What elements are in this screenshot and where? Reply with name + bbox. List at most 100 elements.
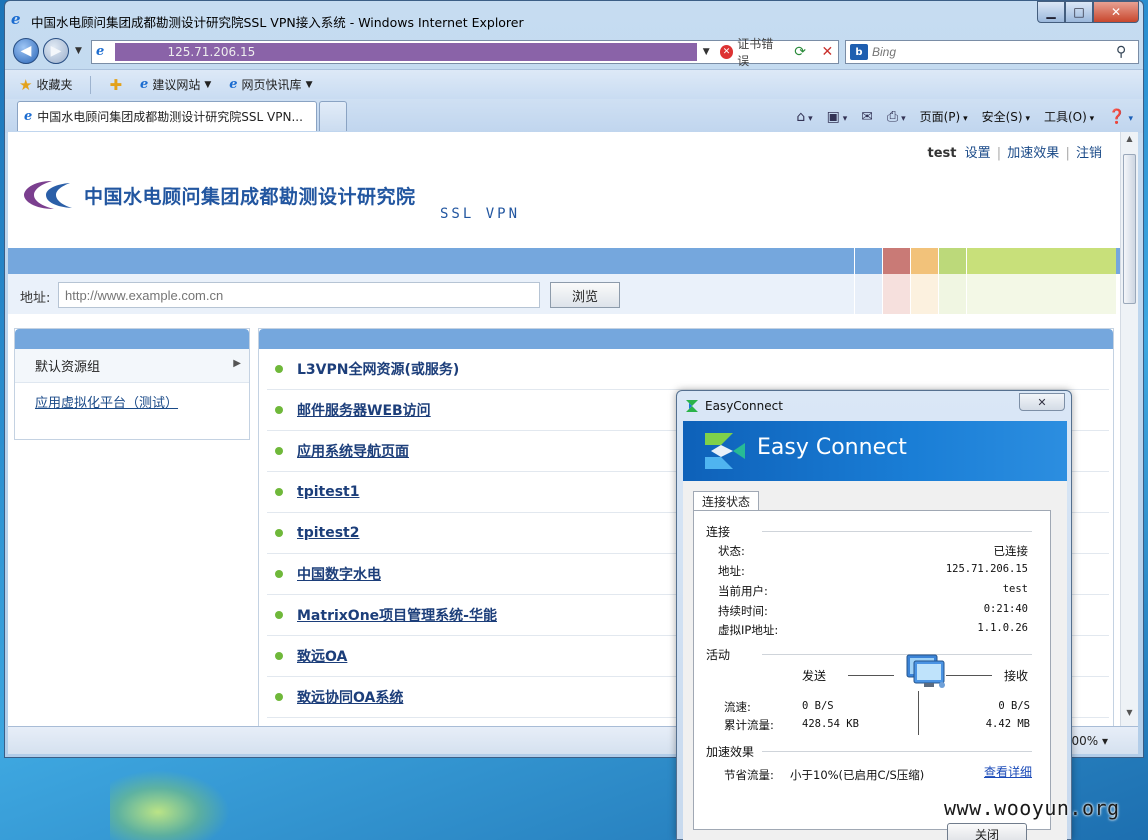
favorites-bar: ★ 收藏夹 ✚ e 建议网站 ▼ e 网页快讯库 ▼ bbox=[5, 69, 1143, 99]
help-icon[interactable]: ❓ bbox=[1108, 109, 1133, 125]
panel-header bbox=[15, 329, 249, 349]
resource-link[interactable]: tpitest1 bbox=[297, 484, 359, 500]
vertical-scrollbar[interactable]: ▲ ▼ bbox=[1120, 132, 1138, 726]
settings-link[interactable]: 设置 bbox=[965, 146, 991, 161]
certificate-error[interactable]: ✕ 证书错误 bbox=[719, 35, 784, 69]
app-virtualization-link[interactable]: 应用虚拟化平台（测试） bbox=[15, 383, 249, 411]
add-favorites-button[interactable]: ✚ bbox=[109, 76, 122, 94]
logout-link[interactable]: 注销 bbox=[1076, 146, 1102, 161]
duration-value: 0:21:40 bbox=[983, 603, 1028, 615]
favorites-button[interactable]: ★ 收藏夹 bbox=[19, 76, 72, 94]
search-input[interactable] bbox=[872, 45, 1116, 59]
resource-item[interactable]: L3VPN全网资源(或服务) bbox=[267, 349, 1109, 390]
panel-header bbox=[259, 329, 1113, 349]
zoom-level[interactable]: 00% ▾ bbox=[1071, 734, 1108, 748]
refresh-icon[interactable]: ⟳ bbox=[789, 41, 810, 63]
total-label: 累计流量: bbox=[724, 718, 774, 732]
page-menu[interactable]: 页面(P) bbox=[920, 108, 968, 125]
tab-vpn[interactable]: e 中国水电顾问集团成都勘测设计研究院SSL VPN... bbox=[17, 101, 317, 131]
address-dropdown-icon[interactable]: ▼ bbox=[703, 47, 710, 57]
tab-connection-status[interactable]: 连接状态 bbox=[693, 491, 760, 511]
home-icon[interactable]: ⌂ bbox=[796, 109, 812, 125]
suggested-sites-button[interactable]: e 建议网站 ▼ bbox=[140, 76, 211, 93]
user-row: 当前用户: test bbox=[718, 583, 1028, 599]
print-icon[interactable]: ⎙ bbox=[887, 109, 906, 125]
ie-page-icon: e bbox=[24, 109, 33, 124]
star-icon: ★ bbox=[19, 75, 33, 94]
history-dropdown-icon[interactable]: ▼ bbox=[75, 46, 82, 56]
address-bar[interactable]: e 125.71.206.15 ▼ ✕ 证书错误 ⟳ ✕ bbox=[91, 37, 839, 68]
mail-icon[interactable]: ✉ bbox=[861, 109, 873, 125]
close-button[interactable]: 关闭 bbox=[947, 823, 1027, 840]
status-panel: 连接 状态: 已连接 地址: 125.71.206.15 当前用户: test … bbox=[693, 510, 1051, 830]
resource-link[interactable]: MatrixOne项目管理系统-华能 bbox=[297, 605, 497, 625]
chevron-right-icon: ▶ bbox=[233, 358, 241, 369]
new-tab-button[interactable] bbox=[319, 101, 347, 131]
address-url[interactable]: 125.71.206.15 bbox=[115, 43, 697, 61]
activity-section-title: 活动 bbox=[706, 648, 1033, 662]
scroll-up-icon[interactable]: ▲ bbox=[1123, 134, 1136, 150]
dialog-body: 连接状态 连接 状态: 已连接 地址: 125.71.206.15 当前用户: … bbox=[683, 481, 1067, 840]
title-bar: e 中国水电顾问集团成都勘测设计研究院SSL VPN接入系统 - Windows… bbox=[5, 1, 1143, 35]
resource-link[interactable]: 中国数字水电 bbox=[297, 564, 381, 584]
receive-label: 接收 bbox=[1004, 669, 1029, 683]
window-title: 中国水电顾问集团成都勘测设计研究院SSL VPN接入系统 - Windows I… bbox=[31, 15, 524, 30]
resource-link[interactable]: tpitest2 bbox=[297, 525, 359, 541]
easyconnect-banner: Easy Connect bbox=[683, 421, 1067, 481]
search-icon[interactable]: ⚲ bbox=[1116, 44, 1138, 60]
browse-button[interactable]: 浏览 bbox=[550, 282, 620, 308]
bullet-icon bbox=[275, 693, 283, 701]
send-total: 428.54 KB bbox=[802, 718, 859, 730]
back-button[interactable]: ◀ bbox=[13, 38, 39, 64]
rate-label: 流速: bbox=[724, 700, 751, 714]
minimize-button[interactable]: ▁ bbox=[1037, 1, 1065, 23]
resource-link[interactable]: L3VPN全网资源(或服务) bbox=[297, 359, 459, 379]
tab-title: 中国水电顾问集团成都勘测设计研究院SSL VPN... bbox=[37, 110, 303, 124]
safety-menu[interactable]: 安全(S) bbox=[982, 108, 1030, 125]
bullet-icon bbox=[275, 652, 283, 660]
suggested-sites-label: 建议网站 bbox=[152, 78, 201, 92]
address-label: 地址: bbox=[718, 564, 745, 578]
forward-button[interactable]: ▶ bbox=[43, 38, 69, 64]
computer-icon bbox=[906, 654, 945, 688]
send-label: 发送 bbox=[802, 669, 827, 683]
close-window-button[interactable]: ✕ bbox=[1093, 1, 1139, 23]
resource-group-label: 默认资源组 bbox=[35, 360, 101, 375]
resource-link[interactable]: 致远协同OA系统 bbox=[297, 687, 403, 707]
color-swatch bbox=[910, 248, 938, 314]
resource-group-default[interactable]: 默认资源组 ▶ bbox=[15, 349, 249, 383]
web-slice-label: 网页快讯库 bbox=[241, 78, 302, 92]
dialog-title-bar: EasyConnect bbox=[685, 399, 783, 413]
tools-menu[interactable]: 工具(O) bbox=[1044, 108, 1094, 125]
user-links: test 设置 | 加速效果 | 注销 bbox=[927, 142, 1102, 161]
cert-error-label: 证书错误 bbox=[737, 37, 774, 68]
brand-name: Easy Connect bbox=[757, 435, 907, 460]
stop-icon[interactable]: ✕ bbox=[817, 41, 838, 63]
maximize-button[interactable]: □ bbox=[1065, 1, 1093, 23]
resource-link[interactable]: 邮件服务器WEB访问 bbox=[297, 400, 431, 420]
easyconnect-dialog: EasyConnect ✕ Easy Connect 连接状态 连接 状态: 已… bbox=[676, 390, 1072, 840]
username: test bbox=[927, 146, 957, 161]
org-logo bbox=[24, 181, 72, 209]
receive-rate: 0 B/S bbox=[998, 700, 1030, 712]
color-swatch bbox=[966, 248, 1116, 314]
resource-link[interactable]: 致远OA bbox=[297, 646, 347, 666]
acceleration-link[interactable]: 加速效果 bbox=[1007, 146, 1059, 161]
bullet-icon bbox=[275, 447, 283, 455]
address-input[interactable] bbox=[58, 282, 540, 308]
send-line bbox=[848, 675, 894, 676]
status-row: 状态: 已连接 bbox=[718, 543, 1028, 559]
scroll-thumb[interactable] bbox=[1123, 154, 1136, 304]
scroll-down-icon[interactable]: ▼ bbox=[1123, 708, 1136, 724]
dialog-close-icon[interactable]: ✕ bbox=[1019, 393, 1065, 411]
resource-link[interactable]: 应用系统导航页面 bbox=[297, 441, 409, 461]
divider: | bbox=[1065, 146, 1070, 161]
view-details-link[interactable]: 查看详细 bbox=[984, 763, 1032, 780]
web-slice-button[interactable]: e 网页快讯库 ▼ bbox=[229, 76, 312, 93]
user-value: test bbox=[1002, 583, 1028, 595]
feeds-icon[interactable]: ▣ bbox=[827, 109, 848, 125]
search-box[interactable]: b ⚲ bbox=[845, 40, 1139, 64]
duration-label: 持续时间: bbox=[718, 604, 768, 618]
bullet-icon bbox=[275, 488, 283, 496]
chevron-down-icon: ▼ bbox=[305, 79, 313, 90]
